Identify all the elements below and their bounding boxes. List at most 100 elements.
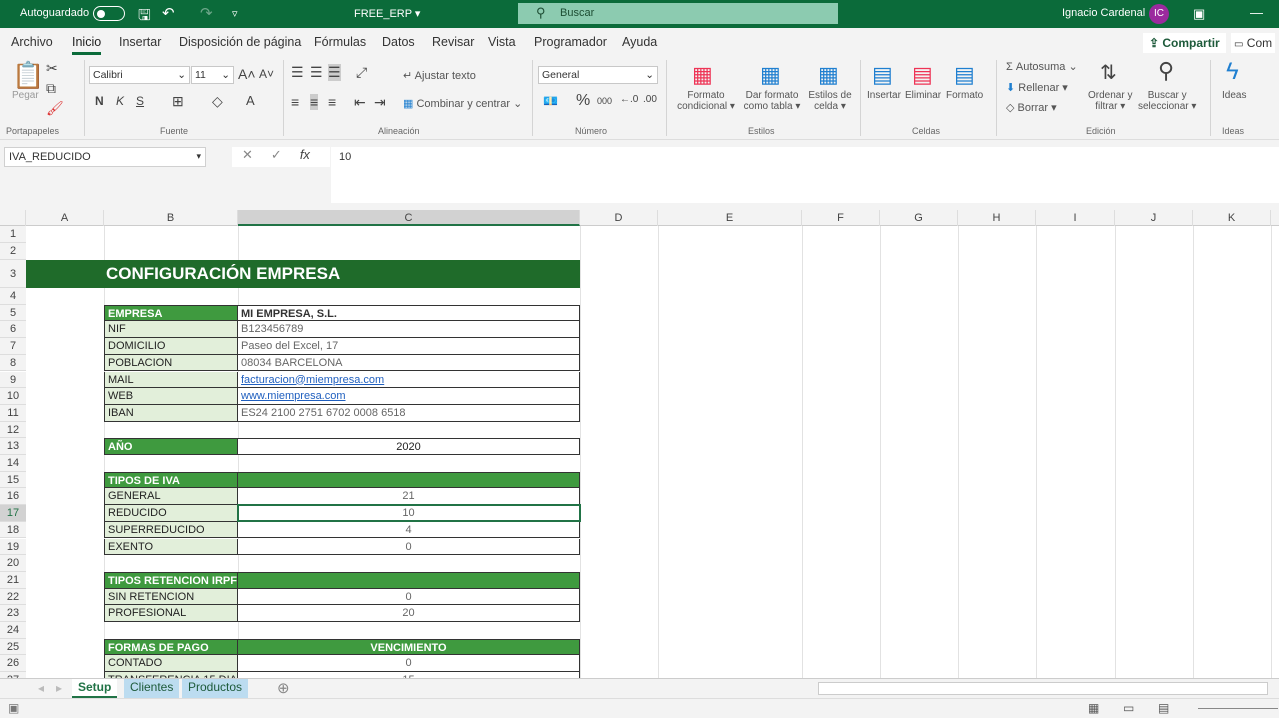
label-cell[interactable]: TIPOS RETENCION IRPF [104,571,238,589]
row-header-16[interactable]: 16 [0,488,26,506]
menu-inicio[interactable]: Inicio [72,35,102,55]
row-header-11[interactable]: 11 [0,404,26,422]
label-cell[interactable]: SIN RETENCION [104,588,238,606]
value-cell[interactable]: 21 [238,488,580,506]
value-cell[interactable]: MI EMPRESA, S.L. [238,304,580,322]
column-header-G[interactable]: G [880,210,958,226]
paste-icon[interactable]: 📋 [12,60,44,91]
underline-button[interactable]: S [136,94,144,108]
value-cell[interactable] [238,471,580,489]
fill-button[interactable]: ⬇ Rellenar ▾ [1006,81,1068,94]
ideas-button[interactable]: Ideas [1222,90,1246,101]
wrap-text-button[interactable]: ↵ Ajustar texto [403,69,476,82]
comments-button[interactable]: ▭ Com [1231,33,1276,53]
conditional-format-icon[interactable]: ▦ [692,62,713,88]
align-center-icon[interactable]: ≡ [310,94,319,110]
menu-ayuda[interactable]: Ayuda [622,35,657,49]
column-header-J[interactable]: J [1115,210,1193,226]
value-cell[interactable]: ES24 2100 2751 6702 0008 6518 [238,404,580,422]
orientation-icon[interactable]: ⤢ [356,64,367,81]
name-box[interactable]: IVA_REDUCIDO ▾ [4,147,206,167]
number-format-select[interactable]: General ⌄ [538,66,658,84]
minimize-icon[interactable]: — [1250,5,1263,20]
row-header-1[interactable]: 1 [0,226,26,243]
percent-icon[interactable]: % [576,92,590,110]
decrease-decimal-icon[interactable]: .00 [643,94,657,105]
fill-color-icon[interactable]: ◇ [212,93,223,110]
row-header-25[interactable]: 25 [0,638,26,656]
insert-function-icon[interactable]: fx [300,147,310,162]
row-header-18[interactable]: 18 [0,521,26,539]
row-header-5[interactable]: 5 [0,304,26,322]
row-header-23[interactable]: 23 [0,605,26,622]
sheet-tab-productos[interactable]: Productos [182,679,249,698]
currency-icon[interactable]: 💶 [543,94,558,108]
row-header-2[interactable]: 2 [0,243,26,260]
row-header-7[interactable]: 7 [0,338,26,355]
enter-icon[interactable]: ✓ [271,147,282,162]
row-header-3[interactable]: 3 [0,260,26,288]
customize-qat-icon[interactable]: ▿ [232,7,238,20]
sheet-tab-setup[interactable]: Setup [72,679,118,698]
undo-icon[interactable]: ↶ [162,4,175,22]
row-header-9[interactable]: 9 [0,371,26,389]
column-header-F[interactable]: F [802,210,880,226]
formula-input[interactable]: 10 [331,147,1279,203]
sheet-tab-clientes[interactable]: Clientes [124,679,180,698]
insert-button[interactable]: Insertar [867,90,901,101]
borders-icon[interactable]: ⊞ [172,93,184,110]
label-cell[interactable]: FORMAS DE PAGO [104,638,238,656]
sort-filter-icon[interactable]: ⇅ [1100,60,1117,85]
font-name-select[interactable]: Calibri ⌄ [89,66,190,84]
menu-archivo[interactable]: Archivo [11,35,53,49]
cut-icon[interactable]: ✂ [46,60,58,77]
row-header-13[interactable]: 13 [0,438,26,455]
page-break-icon[interactable]: ▤ [1158,701,1169,715]
column-header-E[interactable]: E [658,210,802,226]
row-header-19[interactable]: 19 [0,538,26,556]
align-middle-icon[interactable]: ☰ [310,64,323,81]
macro-record-icon[interactable]: ▣ [8,701,19,715]
align-bottom-icon[interactable]: ☰ [328,64,341,81]
menu-vista[interactable]: Vista [488,35,516,49]
align-left-icon[interactable]: ≡ [291,94,299,110]
next-sheet-icon[interactable]: ▸ [56,681,62,695]
file-name[interactable]: FREE_ERP ▾ [354,7,420,20]
value-cell[interactable]: VENCIMIENTO [238,638,580,656]
value-cell[interactable]: facturacion@miempresa.com [238,371,580,389]
clear-button[interactable]: ◇ Borrar ▾ [1006,101,1057,114]
increase-font-icon[interactable]: A˄ [238,66,256,82]
autosum-button[interactable]: Σ Autosuma ⌄ [1006,60,1078,73]
row-header-14[interactable]: 14 [0,455,26,472]
merge-center-button[interactable]: ▦ Combinar y centrar ⌄ [403,97,522,110]
spreadsheet-grid[interactable]: 1 2 3 4 5 6 7 8 9 10 11 12 13 14 15 16 17 18 19 20 21 22 23 24 2… [0,226,1279,678]
horizontal-scrollbar[interactable] [818,682,1268,695]
column-header-D[interactable]: D [580,210,658,226]
label-cell[interactable]: EXENTO [104,538,238,556]
thousands-icon[interactable]: 000 [597,96,612,106]
format-painter-icon[interactable]: 🖌 [46,100,64,117]
row-header-20[interactable]: 20 [0,555,26,572]
value-cell[interactable] [238,571,580,589]
menu-datos[interactable]: Datos [382,35,415,49]
format-button[interactable]: Formato [946,90,983,101]
italic-button[interactable]: K [116,94,124,108]
value-cell[interactable]: 4 [238,521,580,539]
row-header-8[interactable]: 8 [0,354,26,372]
column-header-A[interactable]: A [26,210,104,226]
label-cell[interactable]: MAIL [104,371,238,389]
prev-sheet-icon[interactable]: ◂ [38,681,44,695]
value-cell[interactable]: B123456789 [238,321,580,339]
sort-filter-button[interactable]: Ordenar y filtrar ▾ [1088,90,1132,112]
find-icon[interactable]: ⚲ [1158,58,1174,84]
row-header-4[interactable]: 4 [0,288,26,305]
column-header-C[interactable]: C [238,210,580,226]
share-button[interactable]: ⇪ Compartir [1143,33,1226,53]
format-cells-icon[interactable]: ▤ [954,62,975,88]
label-cell[interactable]: PROFESIONAL [104,605,238,622]
conditional-format-button[interactable]: Formato condicional ▾ [673,90,739,112]
increase-decimal-icon[interactable]: ←.0 [620,94,638,105]
insert-cells-icon[interactable]: ▤ [872,62,893,88]
cell-styles-button[interactable]: Estilos de celda ▾ [805,90,855,112]
row-header-17[interactable]: 17 [0,505,26,522]
